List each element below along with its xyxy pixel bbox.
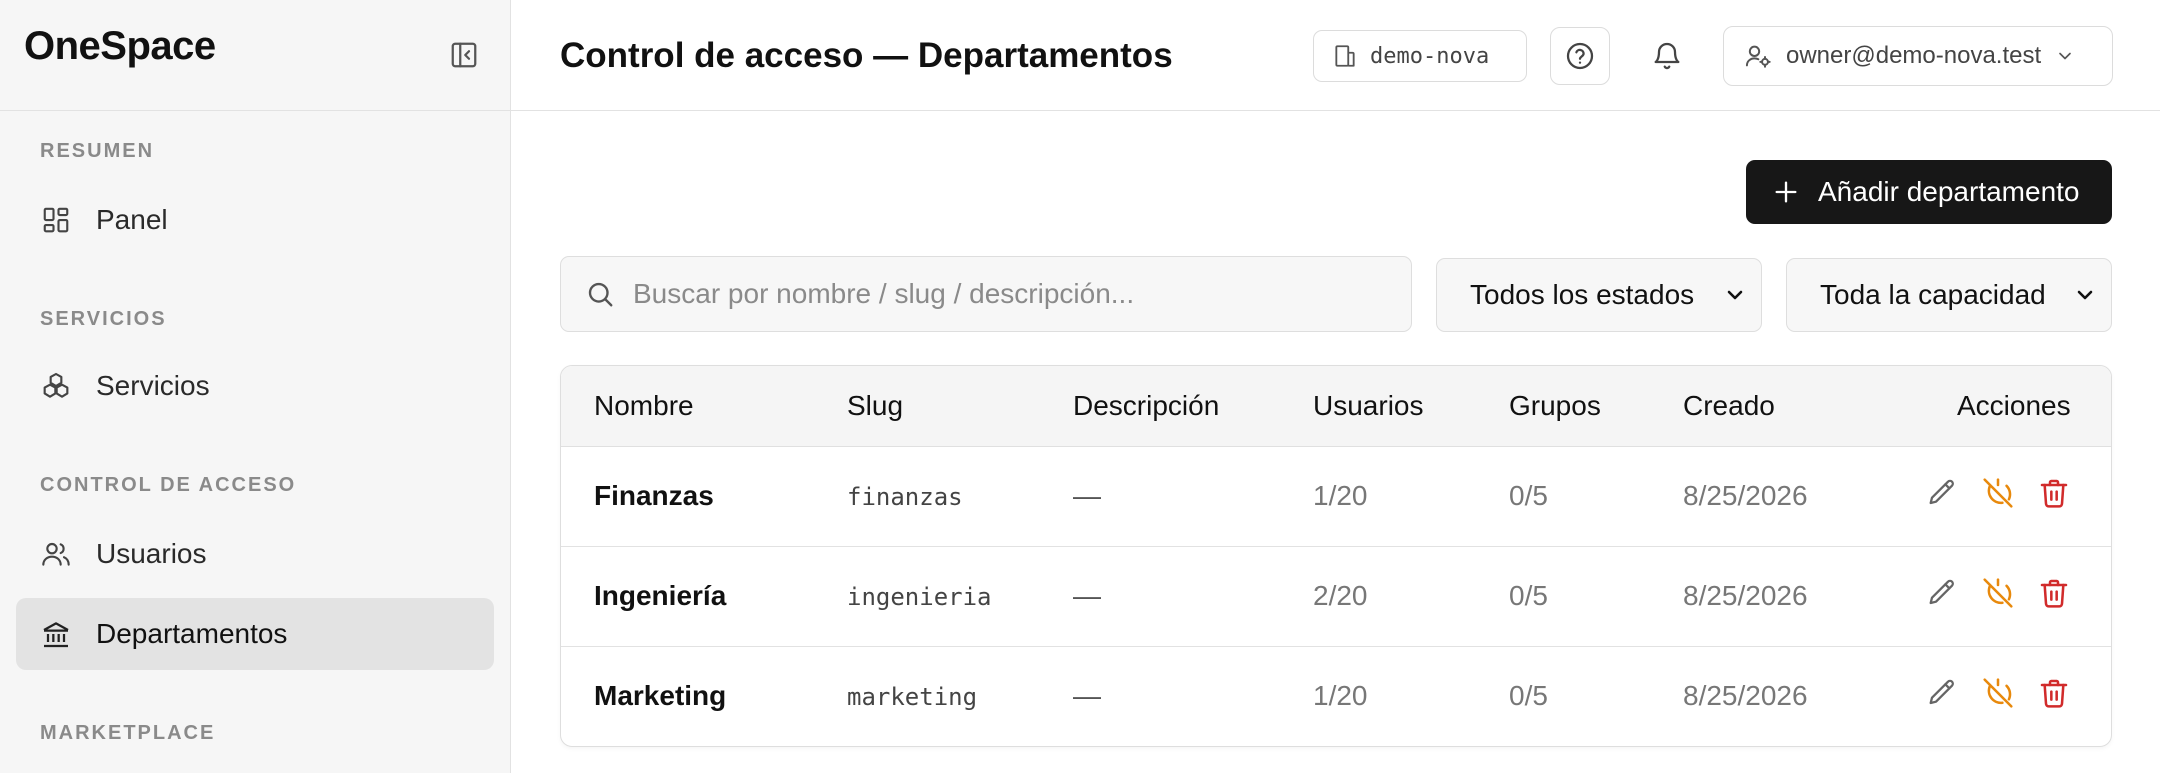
trash-icon bbox=[2040, 679, 2068, 708]
capacity-filter-select[interactable]: Toda la capacidad bbox=[1786, 258, 2112, 332]
cell-groups: 0/5 bbox=[1509, 480, 1548, 511]
departments-table: Nombre Slug Descripción Usuarios Grupos … bbox=[560, 365, 2112, 747]
status-filter-value: Todos los estados bbox=[1470, 279, 1695, 310]
trash-icon bbox=[2040, 579, 2068, 608]
sidebar: OneSpace RESUMEN Panel SERVICIOS Servici… bbox=[0, 0, 511, 773]
building-icon bbox=[1335, 45, 1355, 67]
section-label-servicios: SERVICIOS bbox=[40, 308, 167, 330]
cell-created: 8/25/2026 bbox=[1683, 480, 1808, 511]
table-row: Ingeniería ingenieria — 2/20 0/5 8/25/20… bbox=[561, 547, 2111, 647]
cell-slug: marketing bbox=[847, 683, 978, 711]
cell-created: 8/25/2026 bbox=[1683, 580, 1808, 611]
sidebar-item-servicios[interactable]: Servicios bbox=[16, 350, 494, 422]
search-input[interactable] bbox=[633, 278, 1393, 310]
cell-users: 2/20 bbox=[1313, 580, 1368, 611]
delete-button[interactable] bbox=[2034, 473, 2074, 513]
brand-logo: OneSpace bbox=[24, 24, 216, 68]
edit-button[interactable] bbox=[1922, 473, 1962, 513]
table-row: Finanzas finanzas — 1/20 0/5 8/25/2026 bbox=[561, 447, 2111, 547]
pencil-icon bbox=[1929, 679, 1954, 705]
user-email: owner@demo-nova.test bbox=[1786, 42, 2042, 69]
column-header-nombre: Nombre bbox=[594, 390, 694, 421]
column-header-acciones: Acciones bbox=[1957, 390, 2071, 421]
column-header-usuarios: Usuarios bbox=[1313, 390, 1424, 421]
column-header-grupos: Grupos bbox=[1509, 390, 1601, 421]
user-menu-button[interactable]: owner@demo-nova.test bbox=[1723, 26, 2113, 86]
capacity-filter-value: Toda la capacidad bbox=[1820, 279, 2046, 310]
cell-name: Finanzas bbox=[594, 480, 714, 511]
search-icon bbox=[588, 282, 613, 307]
cell-slug: ingenieria bbox=[847, 583, 992, 611]
sidebar-item-label: Panel bbox=[96, 204, 168, 235]
pencil-icon bbox=[1929, 579, 1954, 605]
top-header: Control de acceso — Departamentos demo-n… bbox=[511, 0, 2160, 111]
page-title: Control de acceso — Departamentos bbox=[560, 36, 1173, 75]
table-row: Marketing marketing — 1/20 0/5 8/25/2026 bbox=[561, 647, 2111, 746]
cell-groups: 0/5 bbox=[1509, 680, 1548, 711]
user-settings-icon bbox=[1745, 45, 1771, 68]
deactivate-button[interactable] bbox=[1978, 473, 2018, 513]
tenant-switcher[interactable]: demo-nova bbox=[1313, 30, 1527, 82]
chevron-down-icon bbox=[1723, 283, 1747, 312]
help-button[interactable] bbox=[1550, 27, 1610, 85]
deactivate-button[interactable] bbox=[1978, 573, 2018, 613]
help-circle-icon bbox=[1566, 42, 1594, 70]
add-department-button[interactable]: Añadir departamento bbox=[1746, 160, 2112, 224]
column-header-slug: Slug bbox=[847, 390, 904, 421]
cell-description: — bbox=[1073, 480, 1101, 511]
table-header: Nombre Slug Descripción Usuarios Grupos … bbox=[561, 366, 2111, 447]
sidebar-item-label: Usuarios bbox=[96, 538, 207, 569]
cell-users: 1/20 bbox=[1313, 680, 1368, 711]
boxes-icon bbox=[40, 370, 72, 402]
chevron-down-icon bbox=[2073, 283, 2097, 312]
section-label-marketplace: MARKETPLACE bbox=[40, 722, 216, 744]
trash-icon bbox=[2040, 479, 2068, 508]
sidebar-item-panel[interactable]: Panel bbox=[16, 184, 494, 256]
delete-button[interactable] bbox=[2034, 573, 2074, 613]
column-header-creado: Creado bbox=[1683, 390, 1775, 421]
cell-name: Ingeniería bbox=[594, 580, 727, 611]
delete-button[interactable] bbox=[2034, 673, 2074, 713]
cell-created: 8/25/2026 bbox=[1683, 680, 1808, 711]
sidebar-item-label: Servicios bbox=[96, 370, 210, 401]
cell-description: — bbox=[1073, 680, 1101, 711]
search-box bbox=[560, 256, 1412, 332]
section-label-resumen: RESUMEN bbox=[40, 140, 155, 162]
sidebar-collapse-icon bbox=[451, 42, 477, 68]
bell-icon bbox=[1654, 42, 1680, 70]
cell-groups: 0/5 bbox=[1509, 580, 1548, 611]
deactivate-button[interactable] bbox=[1978, 673, 2018, 713]
cell-users: 1/20 bbox=[1313, 480, 1368, 511]
users-icon bbox=[40, 538, 72, 570]
pencil-icon bbox=[1929, 479, 1954, 505]
sidebar-item-label: Departamentos bbox=[96, 618, 288, 649]
status-filter-select[interactable]: Todos los estados bbox=[1436, 258, 1762, 332]
sidebar-item-usuarios[interactable]: Usuarios bbox=[16, 518, 494, 590]
section-label-control-de-acceso: CONTROL DE ACCESO bbox=[40, 474, 297, 496]
sidebar-header: OneSpace bbox=[0, 0, 511, 111]
app-root: OneSpace RESUMEN Panel SERVICIOS Servici… bbox=[0, 0, 2160, 773]
tenant-name: demo-nova bbox=[1370, 43, 1490, 69]
cell-slug: finanzas bbox=[847, 483, 963, 511]
power-off-icon bbox=[1983, 478, 2013, 508]
cell-description: — bbox=[1073, 580, 1101, 611]
edit-button[interactable] bbox=[1922, 673, 1962, 713]
chevron-down-icon bbox=[2055, 46, 2075, 66]
plus-icon bbox=[1775, 181, 1797, 203]
cell-name: Marketing bbox=[594, 680, 727, 711]
column-header-descripcion: Descripción bbox=[1073, 390, 1220, 421]
landmark-icon bbox=[40, 618, 72, 650]
sidebar-collapse-button[interactable] bbox=[449, 40, 479, 70]
power-off-icon bbox=[1983, 578, 2013, 608]
dashboard-grid-icon bbox=[40, 204, 72, 236]
add-department-label: Añadir departamento bbox=[1818, 176, 2080, 207]
notifications-button[interactable] bbox=[1637, 27, 1697, 85]
edit-button[interactable] bbox=[1922, 573, 1962, 613]
sidebar-item-departamentos[interactable]: Departamentos bbox=[16, 598, 494, 670]
power-off-icon bbox=[1983, 678, 2013, 708]
